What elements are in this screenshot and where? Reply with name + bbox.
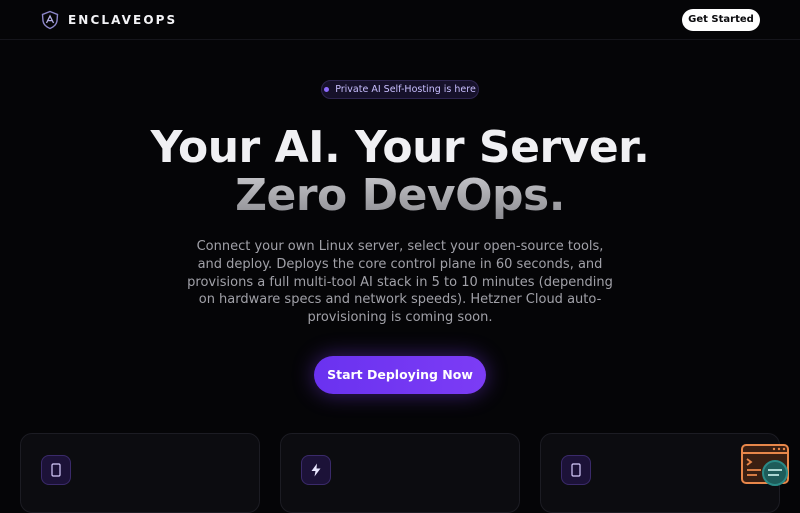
hero-title: Your AI. Your Server. Zero DevOps. xyxy=(0,124,800,220)
start-deploying-button[interactable]: Start Deploying Now xyxy=(314,356,486,394)
hero-title-line-2: Zero DevOps. xyxy=(0,172,800,220)
get-started-button[interactable]: Get Started xyxy=(682,9,760,31)
support-chat-widget[interactable] xyxy=(741,444,791,488)
hero-title-line-1: Your AI. Your Server. xyxy=(150,122,650,173)
brand-logo-link[interactable]: ENCLAVEOPS xyxy=(40,10,177,30)
shield-logo-icon xyxy=(41,10,59,30)
brand-name: ENCLAVEOPS xyxy=(68,13,178,27)
terminal-chat-icon xyxy=(741,444,789,486)
feature-card-2 xyxy=(280,433,520,513)
badge-text: Private AI Self-Hosting is here xyxy=(335,84,476,95)
lightning-icon xyxy=(301,455,331,485)
mobile-icon xyxy=(561,455,591,485)
announcement-badge: Private AI Self-Hosting is here xyxy=(321,80,479,99)
hero-description: Connect your own Linux server, select yo… xyxy=(187,239,613,326)
badge-dot-icon xyxy=(324,87,330,92)
top-nav-bar: ENCLAVEOPS Get Started xyxy=(0,0,800,40)
mobile-icon xyxy=(41,455,71,485)
feature-card-1 xyxy=(20,433,260,513)
